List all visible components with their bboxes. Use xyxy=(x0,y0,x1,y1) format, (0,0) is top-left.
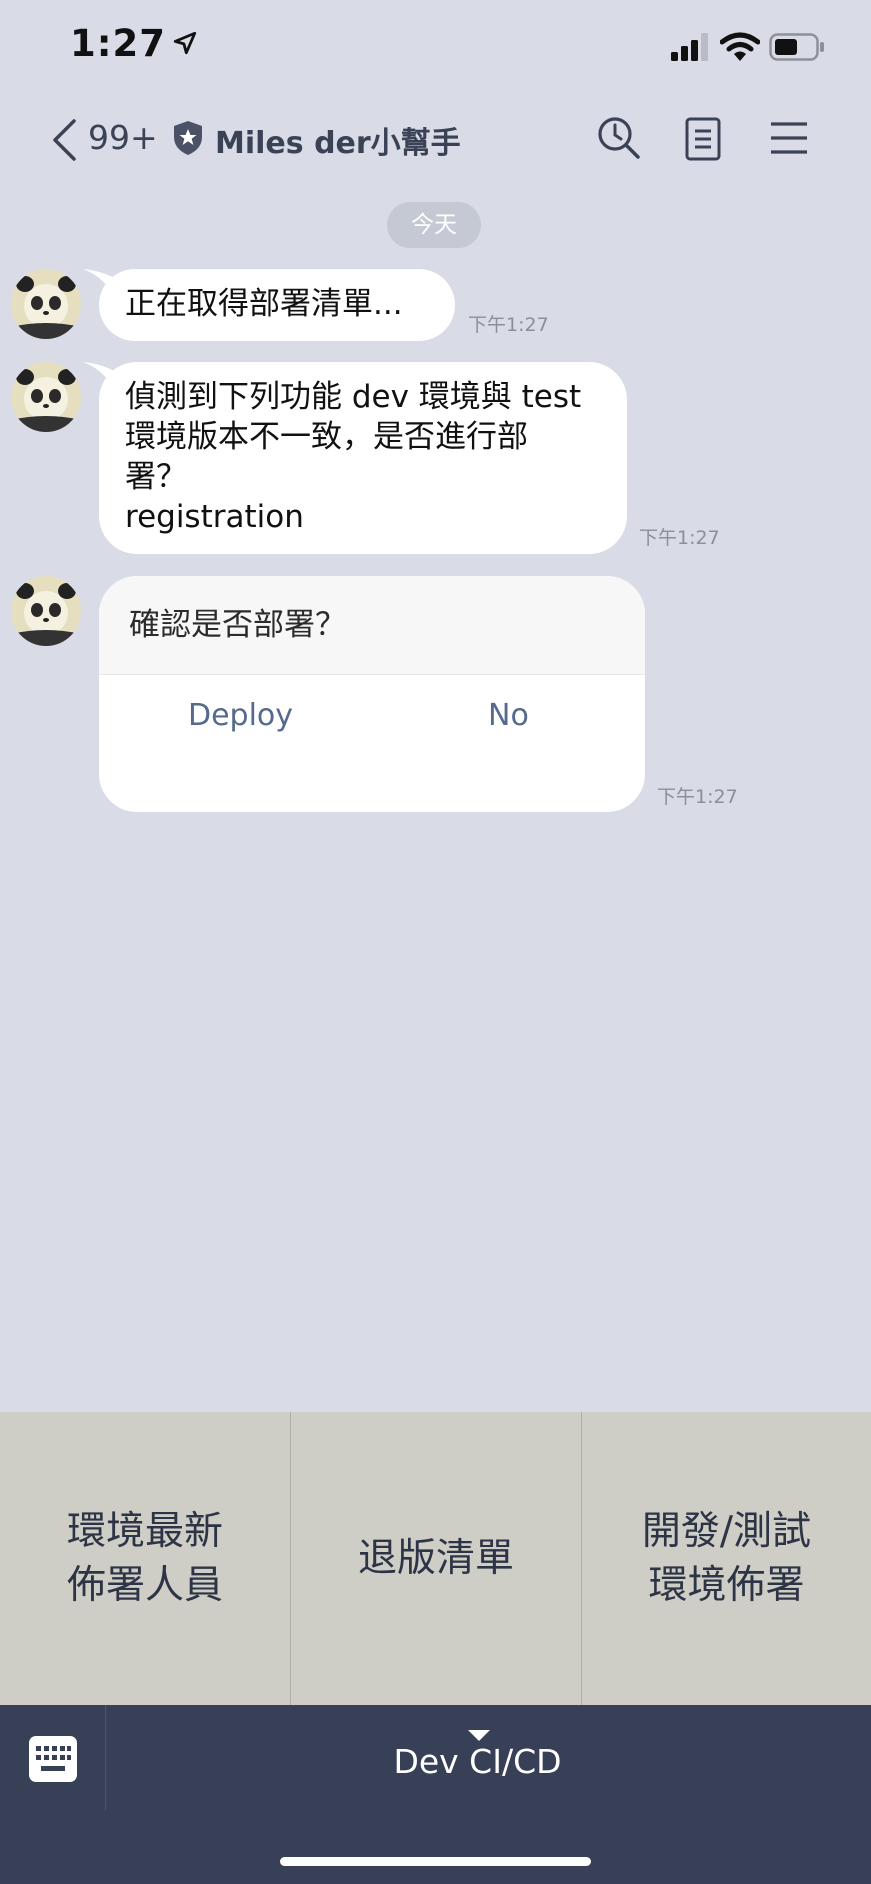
battery-icon xyxy=(769,33,825,65)
status-time: 1:27 xyxy=(70,22,198,65)
notes-icon xyxy=(685,117,721,165)
message-line: 偵測到下列功能 dev 環境與 test xyxy=(125,379,582,415)
message-line: 署？ xyxy=(125,459,187,495)
chat-title: Miles der小幫手 xyxy=(215,126,461,161)
deploy-button[interactable]: Deploy xyxy=(188,698,293,733)
avatar[interactable] xyxy=(11,362,81,432)
unread-count: 99+ xyxy=(88,118,158,157)
home-indicator xyxy=(280,1857,591,1866)
signal-icon xyxy=(671,33,711,65)
shield-star-icon xyxy=(172,120,204,160)
message-time: 下午1:27 xyxy=(468,314,549,336)
rich-menu: 環境最新佈署人員 退版清單 開發/測試環境佈署 xyxy=(0,1412,871,1705)
confirm-title: 確認是否部署？ xyxy=(99,576,645,675)
hamburger-menu-icon xyxy=(770,122,808,159)
message-time: 下午1:27 xyxy=(657,786,738,808)
message-line: 環境版本不一致，是否進行部 xyxy=(125,419,528,455)
no-button[interactable]: No xyxy=(488,698,529,733)
chevron-left-icon xyxy=(50,118,78,166)
notes-button[interactable] xyxy=(685,117,721,161)
message-line: registration xyxy=(125,499,304,535)
rich-menu-item-rollback-list[interactable]: 退版清單 xyxy=(291,1412,581,1705)
confirm-template: 確認是否部署？ Deploy No xyxy=(99,576,645,812)
menu-label: 退版清單 xyxy=(357,1535,514,1581)
menu-label: 環境最新 xyxy=(66,1508,223,1554)
wifi-icon xyxy=(719,32,761,66)
avatar[interactable] xyxy=(11,576,81,646)
menu-label: 開發/測試 xyxy=(641,1508,812,1554)
message-bubble[interactable]: 正在取得部署清單... xyxy=(99,269,455,341)
menu-label: 佈署人員 xyxy=(66,1562,223,1608)
message-text: 正在取得部署清單... xyxy=(125,286,403,322)
search-button[interactable] xyxy=(596,115,642,161)
menu-button[interactable] xyxy=(770,121,808,155)
message-time: 下午1:27 xyxy=(639,527,720,549)
avatar[interactable] xyxy=(11,269,81,339)
menu-label: 環境佈署 xyxy=(648,1562,805,1608)
date-separator: 今天 xyxy=(387,202,481,248)
search-icon xyxy=(596,117,642,165)
message-bubble[interactable]: 偵測到下列功能 dev 環境與 test 環境版本不一致，是否進行部 署？ re… xyxy=(99,362,627,554)
rich-menu-toggle[interactable]: Dev CI/CD xyxy=(0,1742,871,1781)
rich-menu-item-dev-test-deploy[interactable]: 開發/測試環境佈署 xyxy=(582,1412,871,1705)
location-arrow-icon xyxy=(172,22,198,65)
rich-menu-item-latest-deployers[interactable]: 環境最新 佈署人員 xyxy=(0,1412,290,1705)
